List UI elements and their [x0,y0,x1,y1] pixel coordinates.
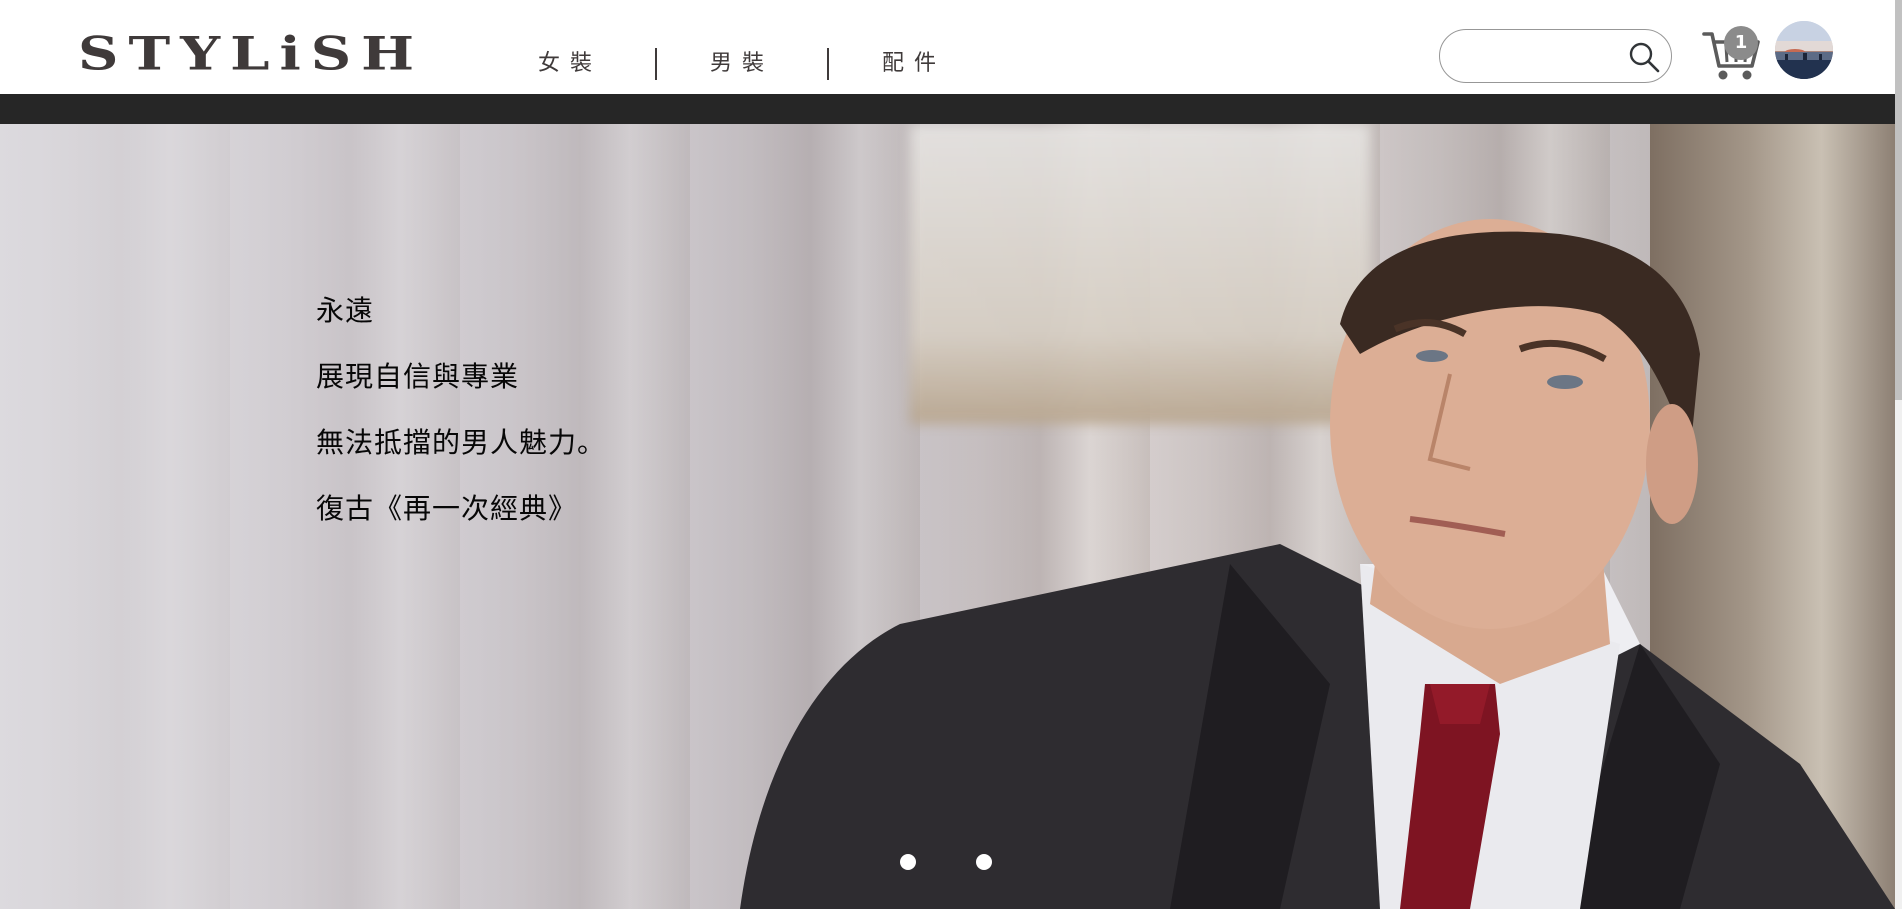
search-input[interactable] [1460,40,1614,74]
hero-copy: 永遠 展現自信與專業 無法抵擋的男人魅力。 復古《再一次經典》 [316,278,606,542]
cart-count-badge: 1 [1724,26,1758,60]
hero-banner[interactable]: 永遠 展現自信與專業 無法抵擋的男人魅力。 復古《再一次經典》 [0,124,1895,909]
page: STYLiSH 女裝 男裝 配件 1 永遠 展現自信與專業 無法抵擋的男人魅力。… [0,0,1902,909]
hero-line: 展現自信與專業 [316,360,520,393]
carousel-dot-3[interactable] [976,854,992,870]
page-scrollbar[interactable] [1895,0,1902,909]
hero-line: 復古《再一次經典》 [316,492,578,525]
search-box[interactable] [1439,29,1672,83]
search-icon[interactable] [1627,40,1661,74]
stylish-logo[interactable]: STYLiSH [78,31,424,77]
scrollbar-thumb[interactable] [1895,0,1902,400]
hero-line: 無法抵擋的男人魅力。 [316,426,607,459]
nav-item-women[interactable]: 女裝 [510,48,655,80]
user-avatar[interactable] [1775,21,1833,79]
header-bar [0,94,1895,124]
nav-item-men[interactable]: 男裝 [657,48,827,80]
carousel-dot-1[interactable] [900,854,916,870]
main-nav: 女裝 男裝 配件 [510,48,999,80]
hero-model-image [740,219,1895,909]
site-header: STYLiSH 女裝 男裝 配件 1 [0,0,1895,94]
avatar-image [1775,21,1833,79]
carousel-dots [900,854,992,870]
hero-line: 永遠 [316,294,375,327]
nav-item-accessories[interactable]: 配件 [829,48,999,80]
